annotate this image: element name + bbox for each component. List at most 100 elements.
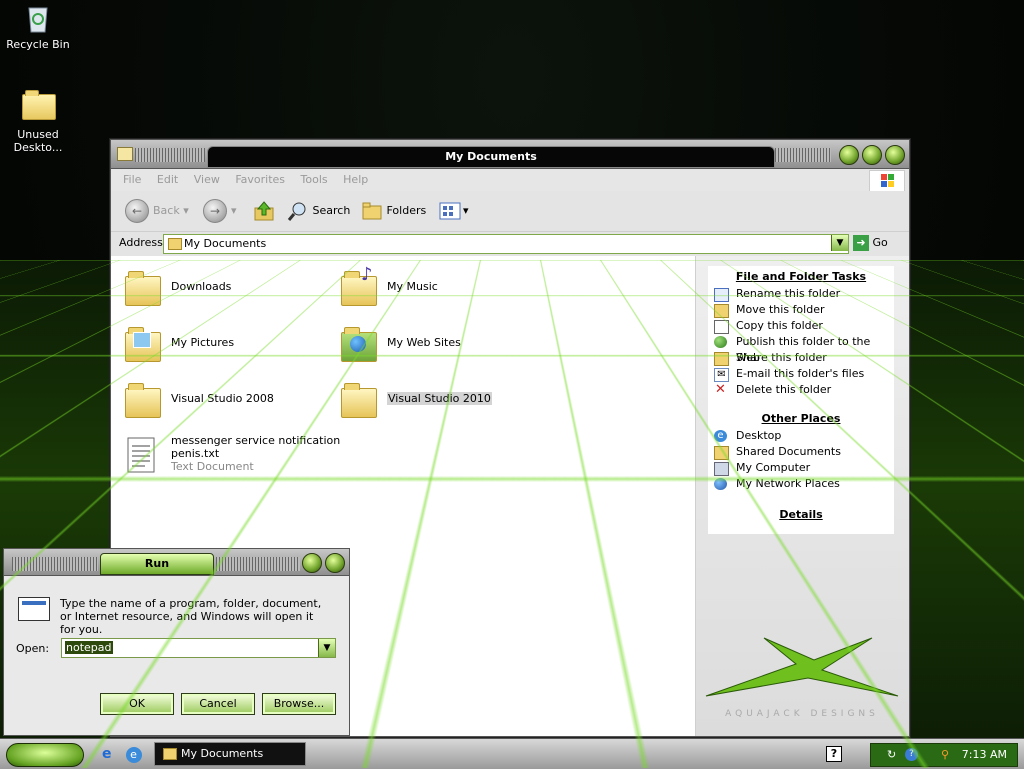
close-button[interactable] (885, 145, 905, 165)
menu-bar: File Edit View Favorites Tools Help (111, 169, 909, 191)
run-titlebar[interactable]: Run (4, 549, 349, 576)
file-folder-tasks-heading[interactable]: File and Folder Tasks (708, 270, 894, 283)
task-label: Delete this folder (736, 383, 831, 396)
menu-file[interactable]: File (123, 169, 141, 191)
place-my-computer[interactable]: My Computer (708, 460, 894, 476)
item-label: My Web Sites (387, 336, 461, 349)
address-folder-icon (168, 238, 182, 250)
browse-button[interactable]: Browse... (262, 693, 336, 715)
forward-arrow-icon: → (203, 199, 227, 223)
pictures-folder-icon (123, 324, 161, 360)
title-grip-left (12, 557, 98, 571)
run-program-icon (18, 597, 50, 621)
taskbar-window-button[interactable]: My Documents (154, 742, 306, 766)
open-input[interactable]: notepad ▼ (61, 638, 336, 658)
task-label: E-mail this folder's files (736, 367, 864, 380)
task-label: Rename this folder (736, 287, 840, 300)
place-label: Shared Documents (736, 445, 841, 458)
open-dropdown-icon[interactable]: ▼ (318, 639, 335, 657)
network-icon (714, 478, 727, 490)
internet-explorer-icon[interactable]: e (102, 746, 118, 762)
details-heading[interactable]: Details (708, 508, 894, 521)
place-my-network-places[interactable]: My Network Places (708, 476, 894, 492)
minimize-button[interactable] (839, 145, 859, 165)
help-tray-icon[interactable]: ? (826, 746, 842, 762)
address-bar: Address My Documents ▼ ➜ Go (111, 231, 909, 256)
clock[interactable]: 7:13 AM (962, 744, 1007, 766)
folder-icon (22, 94, 54, 124)
place-desktop[interactable]: e Desktop (708, 428, 894, 444)
item-my-pictures[interactable]: My Pictures (123, 320, 333, 366)
folders-button[interactable]: Folders (361, 199, 426, 223)
search-button[interactable]: Search (287, 199, 350, 223)
item-downloads[interactable]: Downloads (123, 264, 333, 310)
address-value: My Documents (184, 237, 266, 250)
item-visual-studio-2008[interactable]: Visual Studio 2008 (123, 376, 333, 422)
place-shared-documents[interactable]: Shared Documents (708, 444, 894, 460)
start-button[interactable] (6, 743, 84, 767)
address-dropdown-icon[interactable]: ▼ (831, 235, 848, 251)
item-label: My Music (387, 280, 438, 293)
folder-icon (123, 268, 161, 304)
forward-button[interactable]: → ▾ (203, 199, 237, 223)
system-tray: ↻ ? ⚲ 7:13 AM (870, 743, 1018, 767)
tray-search-icon[interactable]: ⚲ (941, 744, 949, 766)
menu-edit[interactable]: Edit (157, 169, 178, 191)
title-grip-right (216, 557, 300, 571)
run-title: Run (100, 553, 214, 575)
item-my-web-sites[interactable]: My Web Sites (339, 320, 549, 366)
desktop-icon: e (714, 430, 727, 442)
task-label: Copy this folder (736, 319, 823, 332)
task-email-folder[interactable]: ✉ E-mail this folder's files (708, 366, 894, 382)
task-copy-folder[interactable]: Copy this folder (708, 318, 894, 334)
network-tray-icon[interactable]: ↻ (887, 744, 896, 766)
other-places-heading[interactable]: Other Places (708, 412, 894, 425)
maximize-button[interactable] (862, 145, 882, 165)
menu-help[interactable]: Help (343, 169, 368, 191)
cancel-button[interactable]: Cancel (181, 693, 255, 715)
item-label-line2: penis.txt (171, 447, 340, 460)
folders-icon (361, 200, 383, 222)
desktop-icon-unused-desktop[interactable]: Unused Deskto... (0, 88, 76, 154)
search-icon (287, 200, 309, 222)
folder-icon (714, 446, 729, 460)
folder-icon (339, 380, 377, 416)
title-grip-right (775, 148, 831, 162)
desktop-icon-recycle-bin[interactable]: Recycle Bin (0, 4, 76, 51)
menu-favorites[interactable]: Favorites (235, 169, 285, 191)
item-my-music[interactable]: ♪ My Music (339, 264, 549, 310)
back-button[interactable]: ← Back ▾ (125, 199, 189, 223)
back-label: Back (153, 204, 180, 217)
views-button[interactable]: ▾ (439, 199, 469, 223)
ok-button[interactable]: OK (100, 693, 174, 715)
address-field[interactable]: My Documents ▼ (163, 234, 849, 254)
search-label: Search (313, 204, 351, 217)
explorer-title: My Documents (207, 146, 775, 168)
run-close-button[interactable] (325, 553, 345, 573)
item-text-document[interactable]: messenger service notification penis.txt… (123, 432, 343, 482)
up-folder-button[interactable] (253, 199, 275, 223)
menu-tools[interactable]: Tools (301, 169, 328, 191)
place-label: Desktop (736, 429, 781, 442)
music-folder-icon: ♪ (339, 268, 377, 304)
help-center-icon[interactable]: ? (905, 748, 918, 761)
task-rename-folder[interactable]: Rename this folder (708, 286, 894, 302)
internet-explorer-icon-2[interactable]: e (126, 747, 142, 763)
item-visual-studio-2010[interactable]: Visual Studio 2010 (339, 376, 549, 422)
task-publish-folder[interactable]: Publish this folder to the Web (708, 334, 894, 350)
delete-x-icon: ✕ (714, 384, 727, 396)
task-share-folder[interactable]: Share this folder (708, 350, 894, 366)
explorer-titlebar[interactable]: My Documents (111, 140, 909, 169)
item-label: Downloads (171, 280, 231, 293)
task-delete-folder[interactable]: ✕ Delete this folder (708, 382, 894, 398)
views-icon (439, 200, 463, 222)
run-help-button[interactable] (302, 553, 322, 573)
unused-desktop-label: Unused Deskto... (10, 128, 66, 154)
task-move-folder[interactable]: Move this folder (708, 302, 894, 318)
go-arrow-icon: ➜ (853, 235, 869, 251)
recycle-bin-icon (22, 4, 54, 34)
copy-icon (714, 320, 729, 334)
go-button[interactable]: ➜ Go (853, 235, 888, 251)
menu-view[interactable]: View (194, 169, 220, 191)
address-label: Address (119, 236, 163, 249)
